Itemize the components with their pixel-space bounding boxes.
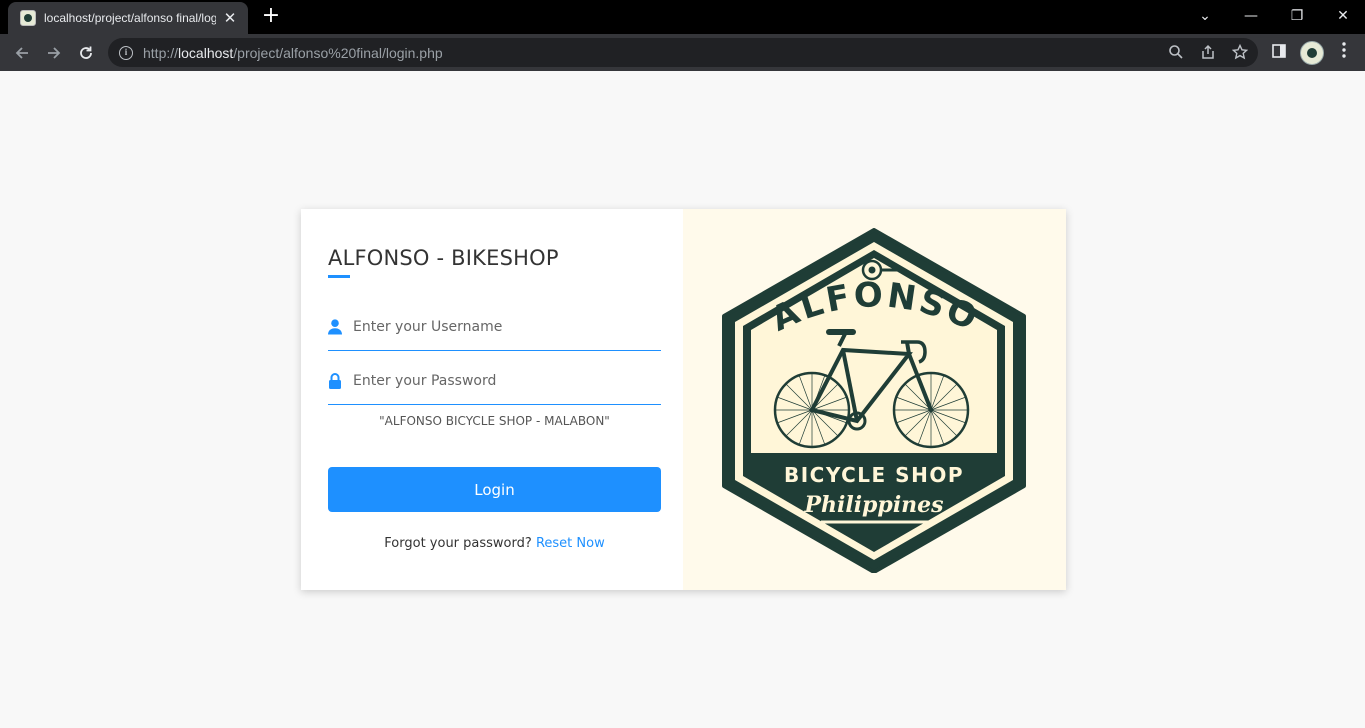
reload-button[interactable]: [72, 39, 100, 67]
browser-titlebar: localhost/project/alfonso final/login.ph…: [0, 0, 1365, 34]
username-input[interactable]: [353, 313, 653, 341]
logo-panel: ALFONSO BICYCLE SHOP Philippines: [683, 209, 1066, 590]
page-title: ALFONSO - BIKESHOP: [328, 246, 559, 270]
tab-title: localhost/project/alfonso final/login.ph…: [44, 11, 216, 25]
url-host: localhost: [178, 44, 234, 61]
user-icon: [328, 319, 342, 335]
forgot-password-text: Forgot your password? Reset Now: [328, 536, 661, 551]
side-panel-icon[interactable]: [1268, 42, 1290, 64]
share-icon[interactable]: [1199, 44, 1217, 62]
url-scheme: http://: [143, 44, 179, 61]
url-path: /project/alfonso%20final/login.php: [233, 44, 443, 61]
tab-close-icon[interactable]: ✕: [222, 9, 238, 27]
login-card: ALFONSO - BIKESHOP "ALFONSO BICYCLE SHOP…: [301, 209, 1066, 590]
login-button[interactable]: Login: [328, 467, 661, 512]
menu-kebab-icon[interactable]: [1333, 42, 1355, 64]
zoom-icon[interactable]: [1167, 44, 1185, 62]
title-underline: [328, 275, 350, 278]
logo-bottom-text: Philippines: [803, 492, 943, 518]
reset-now-link[interactable]: Reset Now: [536, 536, 605, 551]
address-bar[interactable]: i http://localhost/project/alfonso%20fin…: [108, 38, 1258, 67]
back-button[interactable]: [8, 39, 36, 67]
restore-button[interactable]: ❐: [1274, 0, 1320, 34]
site-info-icon[interactable]: i: [119, 45, 133, 60]
password-input[interactable]: [353, 367, 653, 395]
minimize-button[interactable]: —: [1228, 0, 1274, 34]
password-field: [328, 361, 661, 405]
shop-slogan: "ALFONSO BICYCLE SHOP - MALABON": [379, 414, 610, 428]
forward-button[interactable]: [40, 39, 68, 67]
browser-tab[interactable]: localhost/project/alfonso final/login.ph…: [8, 2, 248, 34]
lock-icon: [329, 373, 341, 389]
reload-icon: [80, 46, 92, 59]
close-window-button[interactable]: ✕: [1320, 0, 1365, 34]
back-arrow-icon: [15, 47, 28, 59]
bicycle-shop-logo: ALFONSO BICYCLE SHOP Philippines: [722, 228, 1026, 573]
tab-search-icon[interactable]: ⌄: [1182, 0, 1228, 34]
bookmark-star-icon[interactable]: [1231, 43, 1249, 62]
login-form: ALFONSO - BIKESHOP "ALFONSO BICYCLE SHOP…: [301, 209, 683, 590]
forgot-password-label: Forgot your password?: [384, 536, 532, 551]
profile-avatar[interactable]: [1300, 41, 1324, 65]
tab-favicon-icon: [20, 10, 36, 26]
username-field: [328, 307, 661, 351]
new-tab-button[interactable]: +: [258, 3, 284, 29]
browser-toolbar: i http://localhost/project/alfonso%20fin…: [0, 34, 1365, 71]
url-text[interactable]: http://localhost/project/alfonso%20final…: [143, 45, 443, 61]
page-scrollbar[interactable]: [1357, 71, 1365, 728]
logo-middle-text: BICYCLE SHOP: [784, 463, 964, 487]
forward-arrow-icon: [48, 47, 61, 59]
